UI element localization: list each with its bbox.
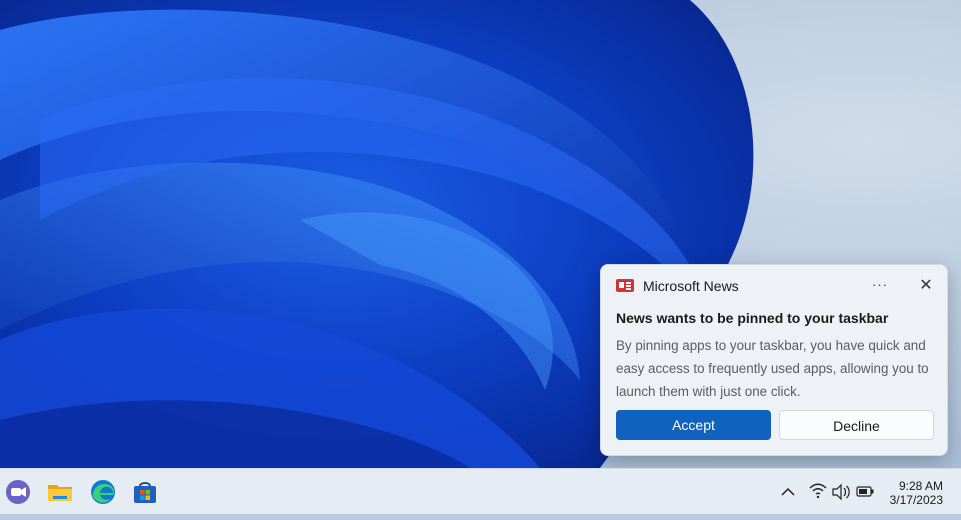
- show-hidden-icons-button[interactable]: [778, 469, 798, 515]
- microsoft-store-icon[interactable]: [130, 477, 160, 507]
- clock-time[interactable]: 9:28 AM: [883, 479, 943, 493]
- teams-chat-icon[interactable]: [3, 477, 33, 507]
- toast-header: Microsoft News ··· ✕: [601, 265, 947, 307]
- close-button[interactable]: ✕: [911, 274, 941, 298]
- edge-icon[interactable]: [88, 477, 118, 507]
- notification-toast: Microsoft News ··· ✕ News wants to be pi…: [600, 264, 948, 456]
- clock-date[interactable]: 3/17/2023: [880, 493, 943, 507]
- toast-body: By pinning apps to your taskbar, you hav…: [616, 338, 929, 399]
- battery-icon[interactable]: [855, 469, 875, 515]
- microsoft-news-icon: [616, 279, 634, 292]
- accept-button[interactable]: Accept: [616, 410, 771, 440]
- toast-title: News wants to be pinned to your taskbar: [616, 310, 889, 326]
- file-explorer-icon[interactable]: [45, 477, 75, 507]
- wifi-icon[interactable]: [808, 469, 828, 515]
- chevron-up-icon: [781, 487, 795, 496]
- more-options-button[interactable]: ···: [865, 274, 895, 298]
- decline-button[interactable]: Decline: [779, 410, 934, 440]
- toast-app-name: Microsoft News: [643, 278, 739, 294]
- taskbar: 9:28 AM 3/17/2023: [0, 468, 961, 514]
- volume-icon[interactable]: [831, 469, 851, 515]
